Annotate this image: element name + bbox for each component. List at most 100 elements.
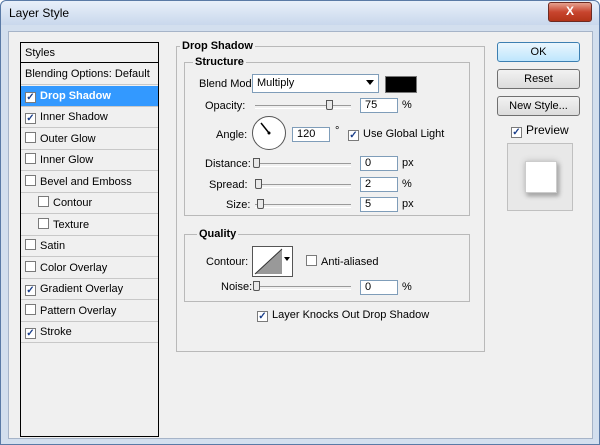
- anti-aliased-checkbox[interactable]: Anti-aliased: [306, 255, 378, 268]
- size-slider-track[interactable]: [255, 204, 351, 208]
- chevron-down-icon: [366, 80, 374, 85]
- styles-item[interactable]: ✓ Gradient Overlay: [21, 279, 158, 300]
- styles-item-label: Contour: [53, 197, 93, 209]
- opacity-unit: %: [402, 99, 412, 111]
- blend-mode-value: Multiply: [257, 77, 295, 89]
- noise-slider-track[interactable]: [255, 286, 351, 290]
- styles-item-label: Satin: [40, 240, 66, 252]
- checkbox-icon[interactable]: [25, 174, 36, 186]
- use-global-light-label: Use Global Light: [363, 128, 445, 140]
- distance-unit: px: [402, 157, 414, 169]
- contour-curve-icon: [254, 248, 283, 275]
- size-slider-thumb[interactable]: [257, 199, 264, 209]
- size-label: Size:: [226, 199, 251, 211]
- spread-input[interactable]: 2: [360, 177, 398, 192]
- distance-slider-track[interactable]: [255, 163, 351, 167]
- checkbox-icon[interactable]: [25, 260, 36, 272]
- chevron-down-icon: [284, 257, 290, 261]
- styles-item-label: Inner Glow: [40, 154, 94, 166]
- checkbox-checked-icon[interactable]: ✓: [25, 91, 36, 103]
- styles-item[interactable]: Contour: [21, 193, 158, 214]
- blend-mode-select[interactable]: Multiply: [252, 74, 379, 93]
- use-global-light-checkmark[interactable]: ✓: [348, 130, 359, 141]
- checkbox-icon[interactable]: [25, 303, 36, 315]
- anti-aliased-box[interactable]: [306, 255, 317, 266]
- shadow-color-swatch[interactable]: [385, 76, 417, 93]
- contour-label: Contour:: [206, 256, 249, 268]
- checkbox-checked-icon[interactable]: ✓: [25, 328, 36, 339]
- distance-slider-thumb[interactable]: [253, 158, 260, 168]
- preview-swatch: [525, 161, 557, 193]
- styles-item[interactable]: Texture: [21, 215, 158, 236]
- checkbox-checked-icon[interactable]: ✓: [25, 285, 36, 296]
- dialog-client-area: Styles Blending Options: Default ✓ Drop Sh…: [8, 31, 593, 439]
- noise-unit: %: [402, 281, 412, 293]
- distance-label: Distance:: [205, 158, 251, 170]
- contour-picker[interactable]: [252, 246, 293, 277]
- checkbox-icon[interactable]: [25, 131, 36, 143]
- checkbox-checked-icon[interactable]: ✓: [25, 113, 36, 124]
- noise-slider-thumb[interactable]: [253, 281, 260, 291]
- title-bar: Layer Style X: [1, 1, 599, 25]
- new-style-button[interactable]: New Style...: [497, 96, 580, 116]
- checkbox-icon[interactable]: [25, 239, 36, 250]
- angle-needle-icon: [260, 122, 271, 135]
- styles-item-label: Texture: [53, 218, 90, 231]
- spread-label: Spread:: [209, 179, 248, 191]
- styles-item-label: Pattern Overlay: [40, 304, 117, 317]
- styles-item[interactable]: Bevel and Emboss: [21, 172, 158, 193]
- styles-item-label: Bevel and Emboss: [40, 175, 132, 188]
- angle-label: Angle:: [216, 129, 248, 141]
- styles-item-label: Stroke: [40, 326, 72, 338]
- spread-slider-thumb[interactable]: [255, 179, 262, 189]
- styles-item[interactable]: Outer Glow: [21, 129, 158, 150]
- opacity-slider-thumb[interactable]: [326, 100, 333, 110]
- spread-slider-track[interactable]: [255, 184, 351, 188]
- styles-item[interactable]: ✓ Inner Shadow: [21, 107, 158, 128]
- anti-aliased-label: Anti-aliased: [321, 256, 379, 268]
- layer-style-dialog: Layer Style X Styles Blending Options: D…: [0, 0, 600, 445]
- styles-item[interactable]: ✓ Drop Shadow: [21, 85, 158, 107]
- angle-dial[interactable]: [252, 116, 286, 150]
- checkbox-icon[interactable]: [38, 217, 49, 229]
- opacity-input[interactable]: 75: [360, 98, 398, 113]
- spread-unit: %: [402, 178, 412, 190]
- styles-item[interactable]: ✓ Stroke: [21, 322, 158, 343]
- reset-button[interactable]: Reset: [497, 69, 580, 89]
- checkbox-icon[interactable]: [38, 196, 49, 207]
- size-input[interactable]: 5: [360, 197, 398, 212]
- knockout-label: Layer Knocks Out Drop Shadow: [272, 309, 430, 321]
- preview-checkbox[interactable]: ✓ Preview: [511, 123, 569, 138]
- preview-label: Preview: [526, 123, 569, 137]
- styles-item[interactable]: Pattern Overlay: [21, 301, 158, 322]
- preview-box-check[interactable]: ✓: [511, 127, 522, 138]
- close-button[interactable]: X: [548, 2, 592, 22]
- styles-item[interactable]: Blending Options: Default: [21, 64, 158, 85]
- use-global-light-checkbox[interactable]: ✓ Use Global Light: [348, 128, 444, 141]
- window-title: Layer Style: [9, 6, 70, 20]
- styles-header[interactable]: Styles: [21, 43, 158, 63]
- noise-label: Noise:: [221, 281, 253, 293]
- styles-list: Styles Blending Options: Default ✓ Drop Sh…: [20, 42, 159, 437]
- styles-item-label: Drop Shadow: [40, 89, 111, 102]
- styles-item-label: Inner Shadow: [40, 111, 108, 123]
- knockout-box[interactable]: ✓: [257, 311, 268, 322]
- noise-input[interactable]: 0: [360, 280, 398, 295]
- angle-unit: °: [335, 125, 340, 137]
- styles-item[interactable]: Satin: [21, 236, 158, 257]
- styles-item[interactable]: Color Overlay: [21, 258, 158, 279]
- preview-thumbnail: [507, 143, 573, 211]
- styles-item-label: Blending Options: Default: [25, 68, 150, 80]
- drop-shadow-title: Drop Shadow: [180, 40, 255, 52]
- styles-item[interactable]: Inner Glow: [21, 150, 158, 171]
- angle-input[interactable]: 120: [292, 127, 330, 142]
- styles-item-label: Color Overlay: [40, 261, 108, 274]
- size-unit: px: [402, 198, 414, 210]
- opacity-slider-track[interactable]: [255, 105, 351, 109]
- opacity-label: Opacity:: [205, 100, 246, 112]
- checkbox-icon[interactable]: [25, 153, 36, 164]
- styles-item-label: Gradient Overlay: [40, 283, 124, 295]
- knockout-checkbox[interactable]: ✓ Layer Knocks Out Drop Shadow: [257, 309, 429, 322]
- ok-button[interactable]: OK: [497, 42, 580, 62]
- distance-input[interactable]: 0: [360, 156, 398, 171]
